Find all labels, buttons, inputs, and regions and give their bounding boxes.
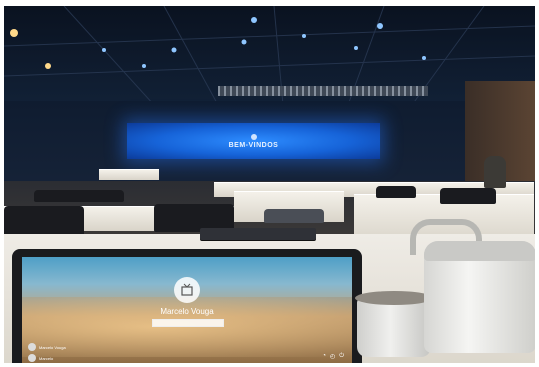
account-switch[interactable]: Marcelo (28, 354, 53, 362)
welcome-text: BEM-VINDOS (228, 141, 279, 149)
chair (376, 186, 416, 198)
account-icon (28, 343, 36, 351)
stage-table (99, 169, 159, 180)
stage-screen: BEM-VINDOS (127, 123, 380, 159)
person (484, 156, 506, 188)
laptop-lock-screen: Marcelo Vouga Marcelo Vouga Marcelo ◔ ◴ … (22, 257, 352, 363)
chair (4, 206, 84, 236)
chair (440, 188, 496, 204)
user-name: Marcelo Vouga (160, 307, 214, 316)
coffee-cup (355, 291, 433, 357)
notebook (200, 228, 316, 240)
lighting-truss (218, 86, 428, 96)
wifi-icon[interactable]: ◔ (322, 353, 326, 360)
power-icon[interactable]: ⏻ (339, 353, 344, 360)
system-tray: ◔ ◴ ⏻ (322, 353, 344, 360)
water-thermos (410, 219, 535, 353)
password-field[interactable] (152, 319, 224, 327)
account-switch[interactable]: Marcelo Vouga (28, 343, 66, 351)
event-logo-icon (250, 133, 257, 140)
laptop: Marcelo Vouga Marcelo Vouga Marcelo ◔ ◴ … (12, 249, 362, 363)
conference-hall-photo: BEM-VINDOS Marcelo Vouga Marcelo Vouga M… (4, 6, 535, 363)
chair (34, 190, 124, 202)
user-avatar-icon (174, 277, 200, 303)
account-icon (28, 354, 36, 362)
accessibility-icon[interactable]: ◴ (330, 353, 335, 360)
chair (264, 209, 324, 223)
